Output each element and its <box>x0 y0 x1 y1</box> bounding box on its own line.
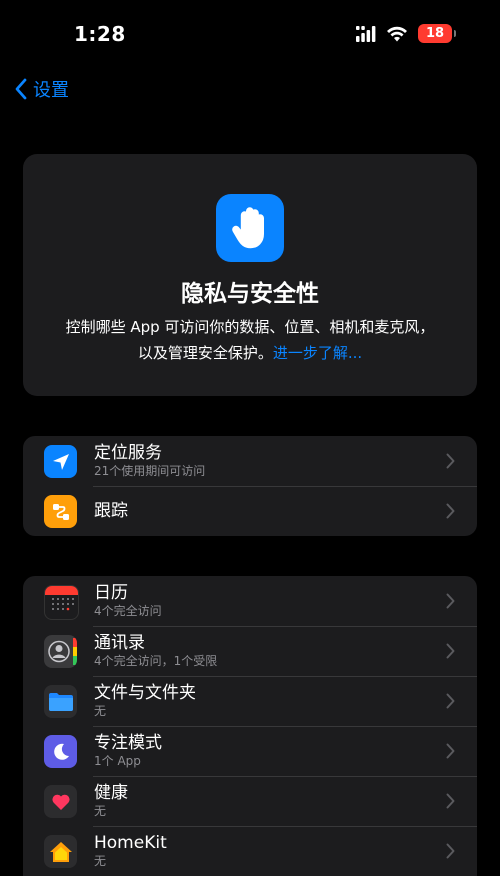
tracking-icon <box>44 495 77 528</box>
battery-level: 18 <box>425 26 445 41</box>
row-subtitle: 无 <box>94 804 107 818</box>
chevron-left-icon <box>15 78 27 100</box>
row-title: 专注模式 <box>94 733 162 753</box>
contacts-icon <box>44 635 77 668</box>
location-tracking-group: 定位服务 21个使用期间可访问 跟踪 <box>23 436 477 536</box>
row-title: 文件与文件夹 <box>94 683 196 703</box>
signal-icon <box>356 25 376 42</box>
chevron-right-icon <box>446 793 455 809</box>
page-title: 隐私与安全性 <box>181 281 319 307</box>
chevron-right-icon <box>446 843 455 859</box>
row-subtitle: 4个完全访问 <box>94 604 162 618</box>
row-title: 定位服务 <box>94 443 162 463</box>
row-title: 跟踪 <box>94 501 128 521</box>
app-access-group: 日历 4个完全访问 通讯录 4个完全访问，1个受限 文件与文件夹 无 专注模式 … <box>23 576 477 876</box>
location-arrow-icon <box>44 445 77 478</box>
row-files-folders[interactable]: 文件与文件夹 无 <box>23 676 477 726</box>
privacy-header-card: 隐私与安全性 控制哪些 App 可访问你的数据、位置、相机和麦克风，以及管理安全… <box>23 154 477 396</box>
row-title: 日历 <box>94 583 128 603</box>
row-divider <box>93 486 477 487</box>
row-divider <box>93 776 477 777</box>
chevron-right-icon <box>446 643 455 659</box>
chevron-right-icon <box>446 693 455 709</box>
calendar-icon <box>44 585 79 620</box>
row-contacts[interactable]: 通讯录 4个完全访问，1个受限 <box>23 626 477 676</box>
folder-icon <box>44 685 77 718</box>
row-title: 通讯录 <box>94 633 145 653</box>
status-icons: 18 <box>356 24 456 43</box>
row-homekit[interactable]: HomeKit 无 <box>23 826 477 876</box>
wifi-icon <box>387 26 407 41</box>
row-subtitle: 21个使用期间可访问 <box>94 464 206 478</box>
row-location-services[interactable]: 定位服务 21个使用期间可访问 <box>23 436 477 486</box>
chevron-right-icon <box>446 593 455 609</box>
chevron-right-icon <box>446 743 455 759</box>
row-subtitle: 1个 App <box>94 754 141 768</box>
row-calendar[interactable]: 日历 4个完全访问 <box>23 576 477 626</box>
row-subtitle: 无 <box>94 854 107 868</box>
hand-raised-icon <box>216 194 284 262</box>
learn-more-link[interactable]: 进一步了解... <box>273 344 362 362</box>
chevron-right-icon <box>446 503 455 519</box>
heart-icon <box>44 785 77 818</box>
page-description: 控制哪些 App 可访问你的数据、位置、相机和麦克风，以及管理安全保护。进一步了… <box>65 314 435 366</box>
moon-icon <box>44 735 77 768</box>
row-tracking[interactable]: 跟踪 <box>23 486 477 536</box>
battery-icon: 18 <box>418 24 456 43</box>
status-time: 1:28 <box>74 22 126 46</box>
back-label: 设置 <box>33 80 69 101</box>
row-health[interactable]: 健康 无 <box>23 776 477 826</box>
row-subtitle: 4个完全访问，1个受限 <box>94 654 218 668</box>
row-title: HomeKit <box>94 833 167 853</box>
back-button[interactable]: 设置 <box>14 76 69 102</box>
description-text: 控制哪些 App 可访问你的数据、位置、相机和麦克风，以及管理安全保护。 <box>65 318 435 362</box>
row-focus[interactable]: 专注模式 1个 App <box>23 726 477 776</box>
chevron-right-icon <box>446 453 455 469</box>
row-subtitle: 无 <box>94 704 107 718</box>
row-title: 健康 <box>94 783 128 803</box>
home-icon <box>44 835 77 868</box>
